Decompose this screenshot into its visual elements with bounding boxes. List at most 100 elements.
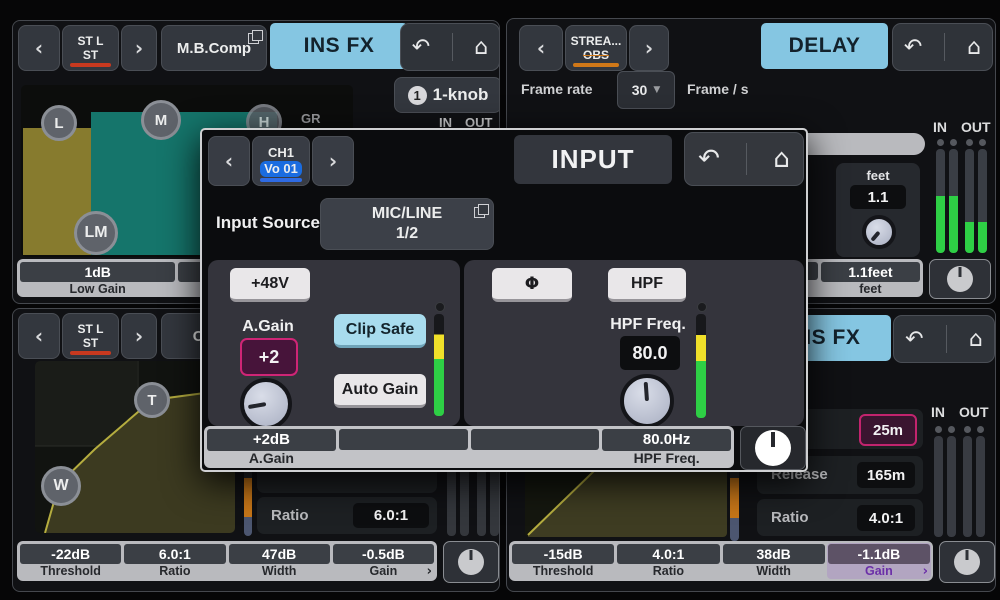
channel-select-button[interactable]: CH1 Vo 01 [252, 136, 310, 186]
channel-select-button[interactable]: ST L ST [62, 25, 119, 71]
home-icon[interactable]: ⌂ [969, 327, 983, 352]
gain-group: +48V A.Gain +2 Clip Safe Auto Gain [208, 260, 460, 430]
param-cell-hpf-freq[interactable]: 80.0Hz HPF Freq. [602, 429, 731, 466]
home-icon[interactable]: ⌂ [474, 35, 488, 60]
channel-select-button[interactable]: STREA... OBS [565, 25, 627, 71]
param-cell-feet[interactable]: 1.1feet feet [820, 262, 920, 296]
channel-name: STREA... [570, 34, 622, 48]
channel-name2: ST [82, 48, 99, 62]
hpf-button[interactable]: HPF [608, 268, 686, 302]
input-source-button[interactable]: MIC/LINE 1/2 [320, 198, 494, 250]
param-value: -15dB [512, 544, 615, 564]
divider [945, 325, 947, 353]
library-label: M.B.Comp [176, 39, 252, 57]
next-channel-button[interactable]: › [121, 25, 157, 71]
next-channel-button[interactable]: › [312, 136, 354, 186]
in-meter [934, 436, 943, 537]
tab-delay[interactable]: DELAY [761, 23, 888, 69]
channel-select-button[interactable]: ST L ST [62, 313, 119, 359]
ratio-value[interactable]: 4.0:1 [857, 505, 915, 531]
feet-value[interactable]: 1.1 [850, 185, 906, 209]
ratio-row[interactable]: Ratio 4.0:1 [757, 499, 923, 536]
param-value [470, 429, 600, 451]
home-icon[interactable]: ⌂ [967, 35, 981, 60]
frame-rate-dropdown[interactable]: 30 ▼ [617, 71, 675, 109]
channel-name: ST L [77, 322, 104, 336]
band-handle-lowmid[interactable]: LM [74, 211, 118, 255]
param-label: HPF Freq. [633, 450, 700, 466]
param-bar: -15dB Threshold 4.0:1 Ratio 38dB Width -… [509, 541, 933, 581]
undo-icon[interactable]: ↶ [412, 35, 430, 60]
in-meter-r [949, 149, 958, 253]
param-value: 38dB [722, 544, 825, 564]
undo-icon[interactable]: ↶ [698, 144, 720, 174]
clip-safe-button[interactable]: Clip Safe [334, 314, 426, 348]
hpf-freq-value[interactable]: 80.0 [620, 336, 680, 370]
param-cell-again[interactable]: +2dB A.Gain [207, 429, 336, 466]
band-handle-mid[interactable]: M [141, 100, 181, 140]
param-label: feet [859, 282, 882, 296]
delay-feet-box: feet 1.1 [836, 163, 920, 257]
prev-channel-button[interactable]: ‹ [208, 136, 250, 186]
param-label: Ratio [652, 564, 684, 578]
param-label: Low Gain [69, 282, 126, 296]
param-value: -22dB [20, 544, 122, 564]
out-meter-r [978, 149, 987, 253]
param-cell-width[interactable]: 47dB Width [228, 544, 330, 578]
param-cell-width[interactable]: 38dB Width [722, 544, 825, 578]
feet-knob[interactable] [862, 215, 896, 249]
param-label: Width [261, 564, 297, 578]
prev-channel-button[interactable]: ‹ [18, 25, 60, 71]
touch-knob-button[interactable] [443, 541, 499, 583]
auto-gain-button[interactable]: Auto Gain [334, 374, 426, 408]
prev-channel-button[interactable]: ‹ [519, 25, 563, 71]
width-handle[interactable]: W [41, 466, 81, 506]
source-line2: 1/2 [395, 225, 419, 242]
meter-peak-dot [935, 426, 942, 433]
meter-peak-dot [435, 302, 445, 312]
time-value[interactable]: 25m [859, 414, 917, 446]
release-value[interactable]: 165m [857, 462, 915, 488]
touch-knob-button[interactable] [939, 541, 995, 583]
touch-knob-button[interactable] [929, 259, 991, 299]
param-cell-threshold[interactable]: -15dB Threshold [512, 544, 615, 578]
param-cell-threshold[interactable]: -22dB Threshold [20, 544, 122, 578]
prev-channel-button[interactable]: ‹ [18, 313, 60, 359]
again-label: A.Gain [242, 318, 294, 335]
knob-pointer [247, 402, 267, 410]
param-cell-empty[interactable] [470, 429, 600, 465]
ratio-row[interactable]: Ratio 6.0:1 [257, 497, 437, 534]
band-handle-low[interactable]: L [41, 105, 77, 141]
phantom-48v-button[interactable]: +48V [230, 268, 310, 302]
param-cell-empty[interactable] [338, 429, 468, 465]
nav-group: ↶ ⌂ [892, 23, 993, 71]
ratio-value[interactable]: 6.0:1 [353, 503, 429, 528]
param-cell-gain-selected[interactable]: -1.1dB Gain › [826, 543, 931, 579]
undo-icon[interactable]: ↶ [904, 35, 922, 60]
home-icon[interactable]: ⌂ [773, 144, 790, 174]
param-label: Ratio [159, 564, 191, 578]
next-channel-button[interactable]: › [629, 25, 669, 71]
param-bar: -22dB Threshold 6.0:1 Ratio 47dB Width -… [17, 541, 437, 581]
divider [746, 143, 748, 175]
next-channel-button[interactable]: › [121, 313, 157, 359]
hpf-knob[interactable] [620, 374, 674, 428]
param-cell-ratio[interactable]: 6.0:1 Ratio [124, 544, 226, 578]
param-cell-ratio[interactable]: 4.0:1 Ratio [617, 544, 720, 578]
undo-icon[interactable]: ↶ [905, 327, 923, 352]
param-value: 47dB [228, 544, 330, 564]
one-knob-button[interactable]: 1 1-knob [394, 77, 499, 113]
again-value[interactable]: +2 [240, 338, 298, 376]
param-cell-low-gain[interactable]: 1dB Low Gain [20, 262, 176, 296]
param-cell-gain[interactable]: -0.5dB Gain › [332, 544, 434, 579]
copy-icon [248, 29, 263, 44]
threshold-handle[interactable]: T [134, 382, 170, 418]
touch-knob-button[interactable] [740, 426, 806, 470]
phase-button[interactable]: Φ [492, 268, 572, 302]
copy-icon [474, 203, 489, 218]
library-button[interactable]: M.B.Comp [161, 25, 267, 71]
param-value: 80.0Hz [602, 429, 731, 451]
tab-ins-fx[interactable]: INS FX [270, 23, 408, 69]
param-label [471, 450, 600, 465]
again-knob[interactable] [240, 378, 292, 430]
